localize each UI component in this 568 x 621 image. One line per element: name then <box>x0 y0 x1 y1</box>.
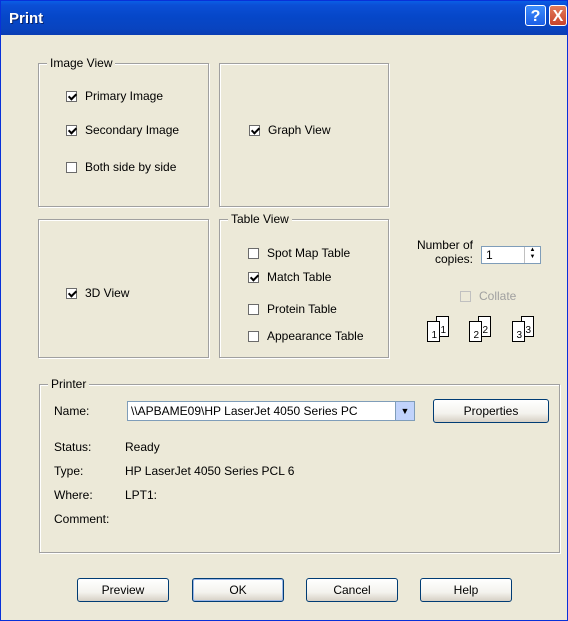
primary-image-label: Primary Image <box>85 89 164 103</box>
printer-name-select[interactable]: \\APBAME09\HP LaserJet 4050 Series PC ▼ <box>127 401 415 421</box>
name-label: Name: <box>54 404 90 418</box>
printer-name-value: \\APBAME09\HP LaserJet 4050 Series PC <box>131 404 358 418</box>
match-table-checkbox[interactable]: Match Table <box>248 270 331 286</box>
collate-checkbox[interactable]: Collate <box>460 289 516 305</box>
status-value: Ready <box>125 440 160 454</box>
both-side-by-side-checkbox[interactable]: Both side by side <box>66 160 176 176</box>
checkbox-box[interactable] <box>248 331 259 342</box>
help-title-button[interactable]: ? <box>525 5 546 26</box>
properties-button[interactable]: Properties <box>433 399 549 423</box>
copies-label-line2: copies: <box>434 252 473 266</box>
ok-button[interactable]: OK <box>192 578 284 602</box>
type-label: Type: <box>54 464 84 478</box>
spot-map-table-label: Spot Map Table <box>267 246 351 260</box>
checkbox-box[interactable] <box>248 304 259 315</box>
spin-down-icon[interactable]: ▼ <box>525 254 540 261</box>
protein-table-label: Protein Table <box>267 302 337 316</box>
spinner-buttons[interactable]: ▲ ▼ <box>524 247 540 263</box>
checkbox-box[interactable] <box>66 125 77 136</box>
copies-label-line1: Number of <box>416 238 473 252</box>
print-dialog: Print ? X Image View Primary Image Secon… <box>0 0 568 621</box>
page-icon: 3 <box>512 321 525 342</box>
checkbox-box[interactable] <box>66 91 77 102</box>
checkbox-box[interactable] <box>249 125 260 136</box>
title-bar[interactable]: Print ? X <box>1 1 567 35</box>
match-table-label: Match Table <box>267 270 332 284</box>
checkbox-box[interactable] <box>66 162 77 173</box>
page-icon: 2 <box>469 321 482 342</box>
where-label: Where: <box>54 488 93 502</box>
3d-view-label: 3D View <box>85 286 130 300</box>
collate-label: Collate <box>479 289 517 303</box>
printer-legend: Printer <box>48 377 90 391</box>
both-side-by-side-label: Both side by side <box>85 160 177 174</box>
where-value: LPT1: <box>125 488 158 502</box>
dialog-body: Image View Primary Image Secondary Image… <box>1 35 567 620</box>
close-button[interactable]: X <box>549 5 567 26</box>
comment-label: Comment: <box>54 512 110 526</box>
copies-value[interactable]: 1 <box>486 248 493 262</box>
status-label: Status: <box>54 440 92 454</box>
spin-up-icon[interactable]: ▲ <box>525 247 540 254</box>
image-view-legend: Image View <box>47 56 116 70</box>
table-view-legend: Table View <box>228 212 292 226</box>
checkbox-box[interactable] <box>248 272 259 283</box>
secondary-image-checkbox[interactable]: Secondary Image <box>66 123 179 139</box>
number-of-copies-label: Number of copies: <box>407 238 473 266</box>
copies-spinner[interactable]: 1 ▲ ▼ <box>481 246 541 264</box>
primary-image-checkbox[interactable]: Primary Image <box>66 89 163 105</box>
checkbox-box[interactable] <box>248 248 259 259</box>
secondary-image-label: Secondary Image <box>85 123 180 137</box>
chevron-down-icon[interactable]: ▼ <box>395 402 414 420</box>
protein-table-checkbox[interactable]: Protein Table <box>248 302 337 318</box>
window-title: Print <box>9 10 44 27</box>
3d-view-checkbox[interactable]: 3D View <box>66 286 129 302</box>
page-icon: 1 <box>427 321 440 342</box>
checkbox-box[interactable] <box>66 288 77 299</box>
checkbox-box[interactable] <box>460 291 471 302</box>
type-value: HP LaserJet 4050 Series PCL 6 <box>125 464 295 478</box>
appearance-table-label: Appearance Table <box>267 329 364 343</box>
graph-view-checkbox[interactable]: Graph View <box>249 123 330 139</box>
appearance-table-checkbox[interactable]: Appearance Table <box>248 329 364 345</box>
graph-view-label: Graph View <box>268 123 331 137</box>
spot-map-table-checkbox[interactable]: Spot Map Table <box>248 246 350 262</box>
help-button[interactable]: Help <box>420 578 512 602</box>
cancel-button[interactable]: Cancel <box>306 578 398 602</box>
preview-button[interactable]: Preview <box>77 578 169 602</box>
